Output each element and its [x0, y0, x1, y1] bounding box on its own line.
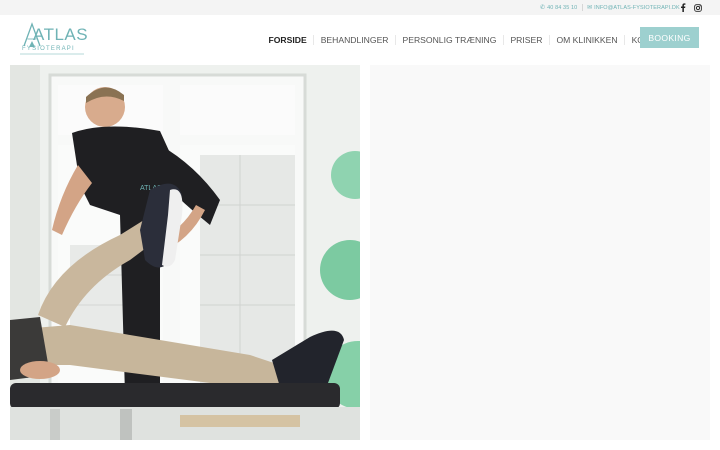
main-nav: FORSIDE BEHANDLINGER PERSONLIG TRÆNING P… [262, 15, 678, 65]
phone-icon: ✆ [540, 5, 546, 11]
logo-word: ATLAS [33, 25, 89, 44]
email-address: INFO@ATLAS-FYSIOTERAPI.DK [594, 4, 680, 11]
booking-button[interactable]: BOOKING [640, 27, 699, 48]
top-contact-bar: ✆ 40 84 35 10 ✉ INFO@ATLAS-FYSIOTERAPI.D… [0, 0, 720, 15]
logo-subtitle: FYSIOTERAPI [22, 46, 75, 52]
phone-number: 40 84 35 10 [547, 4, 578, 11]
topbar-divider [582, 4, 583, 11]
nav-item-personlig-traening[interactable]: PERSONLIG TRÆNING [395, 35, 503, 45]
facebook-icon[interactable] [677, 0, 689, 15]
email-link[interactable]: ✉ INFO@ATLAS-FYSIOTERAPI.DK [587, 0, 680, 15]
nav-item-priser[interactable]: PRISER [502, 35, 549, 45]
instagram-icon[interactable] [692, 0, 704, 15]
physiotherapy-illustration: ATLAS [10, 65, 360, 440]
nav-item-behandlinger[interactable]: BEHANDLINGER [313, 35, 395, 45]
phone-link[interactable]: ✆ 40 84 35 10 [540, 0, 577, 15]
nav-item-om-klinikken[interactable]: OM KLINIKKEN [548, 35, 624, 45]
envelope-icon: ✉ [587, 5, 593, 11]
hero-photo: ATLAS [10, 65, 360, 440]
nav-item-forside[interactable]: FORSIDE [262, 35, 313, 45]
site-header: ATLAS FYSIOTERAPI FORSIDE BEHANDLINGER P… [0, 15, 720, 65]
content-panel [370, 65, 710, 440]
atlas-logo[interactable]: ATLAS FYSIOTERAPI [18, 19, 88, 59]
